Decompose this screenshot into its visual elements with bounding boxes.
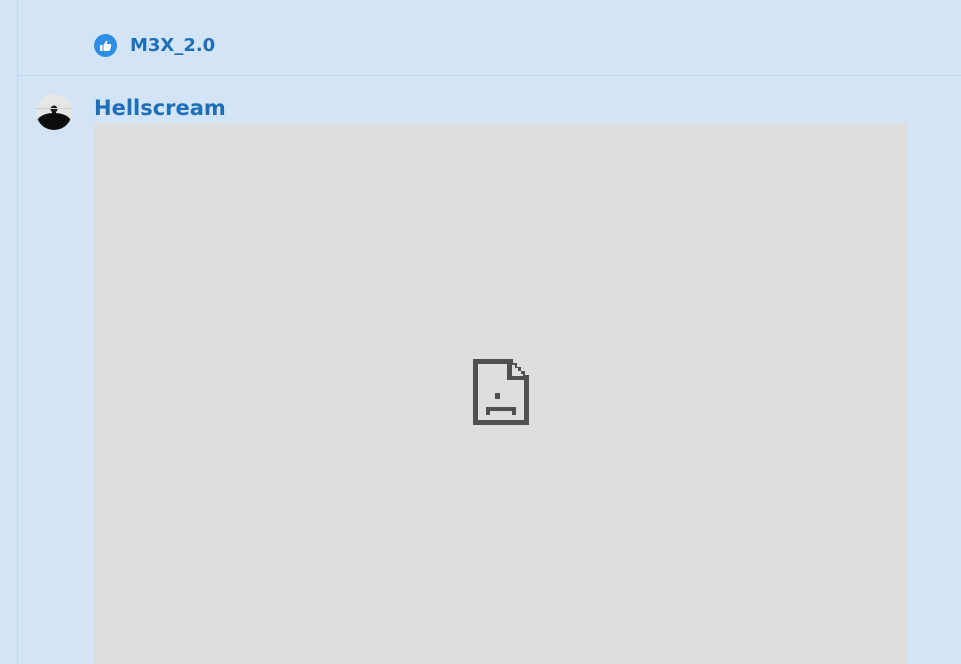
reaction-row: M3X_2.0 — [94, 32, 215, 58]
post-author[interactable]: Hellscream — [94, 94, 226, 122]
broken-image-icon — [472, 358, 529, 429]
previous-post-footer: M3X_2.0 — [18, 0, 961, 76]
reaction-user-link[interactable]: M3X_2.0 — [130, 35, 215, 56]
post: Hellscream — [18, 76, 961, 664]
left-gutter — [0, 0, 18, 664]
like-icon[interactable] — [94, 33, 117, 57]
post-image[interactable] — [94, 123, 907, 664]
avatar[interactable] — [36, 94, 72, 130]
